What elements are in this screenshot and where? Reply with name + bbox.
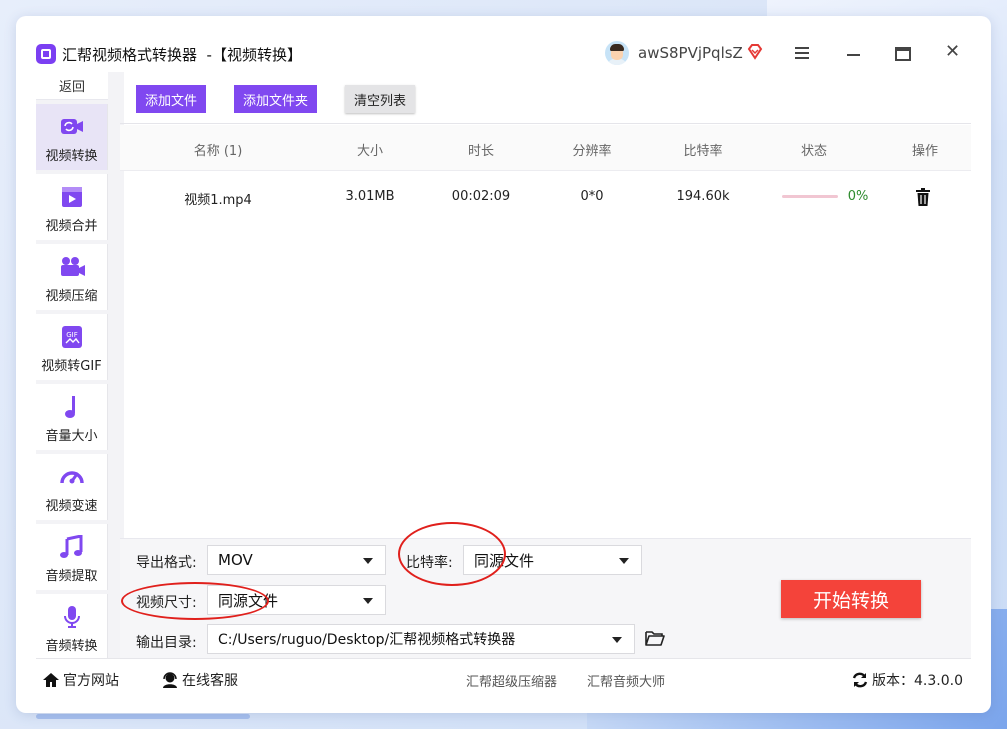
sidebar-item-video-compress[interactable]: 视频压缩: [36, 244, 108, 310]
online-support-link[interactable]: 在线客服: [161, 670, 238, 690]
sidebar-item-video-merge[interactable]: 视频合并: [36, 174, 108, 240]
toolbar: 添加文件 添加文件夹 清空列表: [120, 72, 971, 124]
sidebar-item-label: 视频压缩: [45, 289, 98, 304]
chevron-down-icon: [363, 558, 373, 564]
username[interactable]: awS8PVjPqlsZ: [638, 44, 743, 62]
output-dir-value: C:/Users/ruguo/Desktop/汇帮视频格式转换器: [218, 632, 516, 648]
audio-extract-icon: [59, 535, 82, 558]
trash-icon[interactable]: [916, 188, 930, 206]
chevron-down-icon: [363, 598, 373, 604]
column-header-bitrate[interactable]: 比特率: [683, 140, 722, 159]
cell-name: 视频1.mp4: [184, 193, 252, 208]
sidebar-item-label: 视频变速: [45, 499, 98, 514]
sidebar: 返回 视频转换 视频合并 视频压缩 GIF 视频转GIF 音量大小 视频变速 音…: [36, 72, 124, 660]
cell-resolution: 0*0: [580, 189, 604, 204]
sidebar-item-label: 音频转换: [45, 639, 98, 654]
column-header-size[interactable]: 大小: [357, 140, 383, 159]
video-size-select[interactable]: 同源文件: [207, 585, 386, 615]
bitrate-label: 比特率:: [406, 555, 453, 571]
app-logo-icon: [36, 44, 56, 64]
sidebar-item-label: 视频转换: [45, 149, 98, 164]
folder-open-icon[interactable]: [645, 630, 665, 646]
column-header-duration[interactable]: 时长: [468, 140, 494, 159]
back-button[interactable]: 返回: [36, 72, 108, 100]
format-label: 导出格式:: [136, 555, 197, 571]
home-icon: [43, 673, 59, 687]
background-bar: [36, 714, 250, 719]
bitrate-select[interactable]: 同源文件: [463, 545, 642, 575]
video-size-label: 视频尺寸:: [136, 595, 197, 611]
column-header-status[interactable]: 状态: [801, 140, 827, 159]
cell-status: 0%: [847, 189, 869, 204]
version-info[interactable]: 版本：4.3.0.0: [851, 670, 963, 690]
gif-icon: GIF: [61, 326, 82, 348]
svg-text:GIF: GIF: [66, 331, 78, 339]
official-site-link[interactable]: 官方网站: [42, 670, 119, 690]
maximize-icon[interactable]: [895, 47, 911, 61]
output-dir-select[interactable]: C:/Users/ruguo/Desktop/汇帮视频格式转换器: [207, 624, 635, 654]
output-dir-label: 输出目录:: [136, 635, 197, 651]
sidebar-item-label: 音频提取: [45, 569, 98, 584]
video-convert-icon: [60, 119, 83, 134]
format-value: MOV: [218, 551, 253, 569]
column-header-name[interactable]: 名称 (1): [194, 140, 243, 159]
chevron-down-icon: [612, 637, 622, 643]
sidebar-item-label: 视频转GIF: [41, 359, 102, 374]
cell-bitrate: 194.60k: [676, 189, 730, 204]
add-file-button[interactable]: 添加文件: [136, 85, 207, 113]
cell-duration: 00:02:09: [451, 189, 511, 204]
column-header-resolution[interactable]: 分辨率: [572, 140, 611, 159]
column-header-action: 操作: [911, 144, 939, 159]
sidebar-item-audio-convert[interactable]: 音频转换: [36, 594, 108, 660]
online-support-label: 在线客服: [182, 673, 238, 689]
vip-diamond-icon[interactable]: [746, 43, 764, 61]
clear-list-button[interactable]: 清空列表: [345, 85, 416, 113]
sidebar-item-label: 音量大小: [45, 429, 98, 444]
audio-master-link[interactable]: 汇帮音频大师: [587, 671, 665, 690]
sidebar-item-video-convert[interactable]: 视频转换: [36, 104, 108, 170]
sidebar-item-speed[interactable]: 视频变速: [36, 454, 108, 520]
title-bar: 汇帮视频格式转换器 -【视频转换】 awS8PVjPqlsZ ✕: [16, 16, 991, 72]
sidebar-item-gif[interactable]: GIF 视频转GIF: [36, 314, 108, 380]
minimize-icon[interactable]: [847, 54, 860, 56]
video-size-value: 同源文件: [218, 591, 279, 610]
progress-bar: [782, 195, 838, 198]
music-note-icon: [64, 396, 75, 418]
official-site-label: 官方网站: [63, 673, 119, 689]
speedometer-icon: [59, 471, 84, 484]
microphone-icon: [63, 606, 80, 628]
chevron-down-icon: [619, 558, 629, 564]
refresh-icon: [852, 672, 868, 688]
sidebar-item-volume[interactable]: 音量大小: [36, 384, 108, 450]
sidebar-item-label: 视频合并: [45, 219, 98, 234]
video-compress-icon: [60, 257, 85, 276]
app-window: 汇帮视频格式转换器 -【视频转换】 awS8PVjPqlsZ ✕ 返回 视频转换…: [16, 16, 991, 713]
start-convert-button[interactable]: 开始转换: [781, 580, 921, 618]
version-label: 版本：4.3.0.0: [872, 673, 963, 689]
table-row[interactable]: 视频1.mp4 3.01MB 00:02:09 0*0 194.60k 0%: [120, 172, 971, 222]
avatar[interactable]: [605, 41, 629, 65]
format-select[interactable]: MOV: [207, 545, 386, 575]
super-compressor-link[interactable]: 汇帮超级压缩器: [466, 671, 557, 690]
close-icon[interactable]: ✕: [945, 42, 960, 62]
footer: 官方网站 在线客服 汇帮超级压缩器 汇帮音频大师 版本：4.3.0.0: [36, 658, 971, 698]
add-folder-button[interactable]: 添加文件夹: [234, 85, 318, 113]
window-title: 汇帮视频格式转换器 -【视频转换】: [62, 46, 302, 64]
bitrate-value: 同源文件: [474, 551, 535, 570]
video-merge-icon: [61, 187, 82, 207]
sidebar-item-audio-extract[interactable]: 音频提取: [36, 524, 108, 590]
menu-icon[interactable]: [795, 47, 809, 59]
headset-icon: [163, 672, 177, 688]
cell-size: 3.01MB: [345, 189, 395, 204]
table-header: 名称 (1) 大小 时长 分辨率 比特率 状态 操作: [120, 125, 971, 171]
